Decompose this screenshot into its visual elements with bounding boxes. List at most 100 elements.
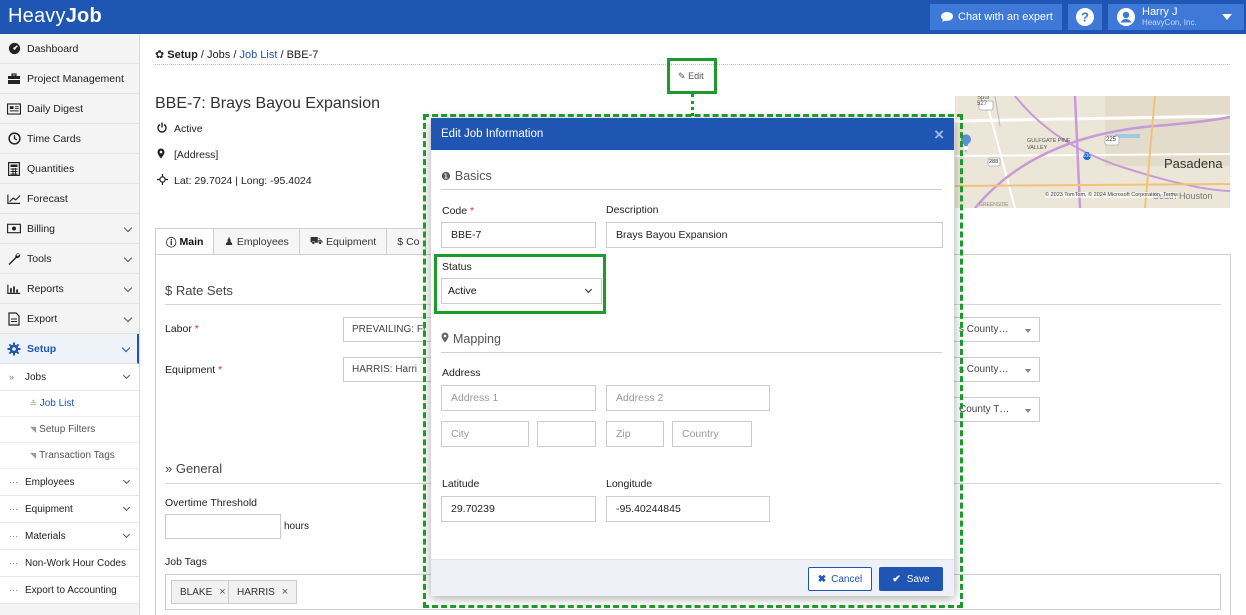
map-label-road-225: 225 — [1106, 137, 1117, 143]
caret-down-icon — [1222, 14, 1232, 20]
newspaper-icon — [7, 102, 21, 116]
briefcase-icon — [7, 72, 21, 86]
hours-unit: hours — [284, 521, 310, 532]
rate-sets-heading: $ Rate Sets — [165, 283, 233, 298]
caret-down-icon — [1025, 369, 1031, 373]
breadcrumb-job-list[interactable]: Job List — [239, 49, 277, 61]
gear-icon: ✿ — [155, 49, 165, 61]
close-icon[interactable]: × — [219, 586, 225, 598]
tag-chip: BLAKE × — [171, 580, 235, 604]
sidebar-item-job-list[interactable]: ≛ Job List — [0, 391, 139, 417]
sidebar-item-tools[interactable]: Tools — [0, 244, 139, 274]
chevron-down-icon — [122, 371, 131, 380]
breadcrumb-jobs: Jobs — [207, 49, 231, 61]
sidebar-item-setup-filters[interactable]: ◥ Setup Filters — [0, 417, 139, 443]
labor-secondary-select[interactable]: s County… — [950, 317, 1040, 342]
chat-bubble-icon — [941, 12, 953, 22]
question-circle-icon: ? — [1076, 8, 1094, 26]
caret-down-icon — [1025, 329, 1031, 333]
crosshairs-icon — [157, 174, 169, 188]
sidebar-item-dashboard[interactable]: Dashboard — [0, 34, 139, 64]
equipment-secondary-select[interactable]: s County… — [950, 357, 1040, 382]
sidebar-item-reports[interactable]: Reports — [0, 274, 139, 304]
job-status: Active — [157, 122, 203, 136]
tag-chip: HARRIS × — [228, 580, 298, 604]
svg-text:?: ? — [1081, 10, 1089, 25]
dots-icon: ··· — [9, 531, 18, 541]
job-coordinates: Lat: 29.7024 | Long: -95.4024 — [157, 174, 312, 188]
sidebar-item-setup[interactable]: Setup — [0, 334, 139, 364]
angle-right-icon: » — [9, 372, 15, 382]
app-logo[interactable]: HeavyJob — [8, 5, 102, 28]
overtime-threshold-input[interactable] — [165, 514, 281, 539]
tab-cost[interactable]: $ Co — [386, 228, 427, 255]
chat-label: Chat with an expert — [958, 11, 1053, 23]
info-circle-icon: ⓘ — [166, 236, 177, 249]
sidebar-item-export-to-accounting[interactable]: ··· Export to Accounting — [0, 577, 139, 604]
bar-chart-icon — [7, 282, 21, 296]
chevron-up-icon — [121, 343, 131, 353]
sidebar-item-equipment[interactable]: ··· Equipment — [0, 496, 139, 523]
dots-icon: ··· — [9, 477, 18, 487]
labor-rate-set-select[interactable]: PREVAILING: Fr — [343, 317, 433, 342]
sidebar-item-employees[interactable]: ··· Employees — [0, 469, 139, 496]
sidebar-item-billing[interactable]: Billing — [0, 214, 139, 244]
power-icon — [157, 122, 169, 136]
map-label-city: Pasadena — [1164, 156, 1223, 171]
equipment-label: Equipment * — [165, 364, 223, 376]
clock-icon — [7, 132, 21, 146]
sidebar-item-project-management[interactable]: Project Management — [0, 64, 139, 94]
sidebar-item-quantities[interactable]: Quantities — [0, 154, 139, 184]
user-company: HeavyCon, Inc. — [1142, 17, 1197, 27]
map-marker-icon — [157, 148, 169, 162]
caret-down-icon — [1025, 409, 1031, 413]
modal-highlight-frame — [423, 114, 963, 608]
sidebar-item-materials[interactable]: ··· Materials — [0, 523, 139, 550]
chat-with-expert-button[interactable]: Chat with an expert — [930, 4, 1062, 30]
job-address: [Address] — [157, 148, 218, 162]
map-label-area: GULFGATE PINE VALLEY — [1027, 138, 1071, 151]
job-location-map[interactable]: Spur 527 GULFGATE PINE VALLEY 225 610 28… — [955, 96, 1230, 208]
chevron-down-icon — [122, 530, 131, 539]
status-highlight-box — [434, 254, 606, 314]
truck-icon: ⛟ — [309, 235, 324, 247]
chevron-down-icon — [123, 283, 133, 293]
sidebar-item-jobs[interactable]: » Jobs — [0, 364, 139, 391]
tab-main[interactable]: ⓘ Main — [155, 228, 215, 255]
tag-icon: ◥ — [30, 425, 37, 434]
breadcrumb: ✿ Setup / Jobs / Job List / BBE-7 — [155, 49, 319, 61]
labor-label: Labor * — [165, 323, 199, 335]
sidebar-item-time-cards[interactable]: Time Cards — [0, 124, 139, 154]
help-button[interactable]: ? — [1068, 4, 1102, 30]
file-export-icon — [7, 311, 21, 326]
sidebar-item-forecast[interactable]: Forecast — [0, 184, 139, 214]
chevron-down-icon — [123, 223, 133, 233]
chevron-down-icon — [123, 313, 133, 323]
money-icon — [7, 222, 21, 236]
user-menu-button[interactable]: Harry J HeavyCon, Inc. — [1108, 4, 1244, 30]
breadcrumb-setup: Setup — [167, 49, 198, 61]
chevron-down-icon — [123, 253, 133, 263]
gear-icon — [7, 342, 21, 356]
sidebar-item-transaction-tags[interactable]: ◥ Transaction Tags — [0, 443, 139, 469]
map-label-spur: Spur 527 — [977, 96, 990, 107]
dollar-icon: $ — [397, 236, 404, 248]
page-title: BBE-7: Brays Bayou Expansion — [155, 95, 381, 112]
dots-icon: ··· — [9, 504, 18, 514]
equipment-rate-set-select[interactable]: HARRIS: Harri — [343, 357, 433, 382]
tab-equipment[interactable]: ⛟ Equipment — [298, 228, 388, 255]
wrench-icon — [7, 252, 21, 266]
close-icon[interactable]: × — [282, 586, 288, 598]
third-rate-set-select[interactable]: County T… — [950, 397, 1040, 422]
tab-employees[interactable]: ♟ Employees — [213, 228, 300, 255]
job-tabs: ⓘ Main ♟ Employees ⛟ Equipment $ Co — [155, 228, 427, 255]
user-icon: ♟ — [224, 236, 234, 248]
overtime-threshold-label: Overtime Threshold — [165, 497, 258, 509]
chevron-down-icon — [122, 503, 131, 512]
sidebar: Dashboard Project Management Daily Diges… — [0, 34, 140, 615]
sidebar-item-non-work-hour-codes[interactable]: ··· Non-Work Hour Codes — [0, 550, 139, 577]
sidebar-item-export[interactable]: Export — [0, 304, 139, 334]
dashboard-icon — [7, 42, 21, 56]
sidebar-item-daily-digest[interactable]: Daily Digest — [0, 94, 139, 124]
edit-highlight-box — [667, 58, 717, 94]
